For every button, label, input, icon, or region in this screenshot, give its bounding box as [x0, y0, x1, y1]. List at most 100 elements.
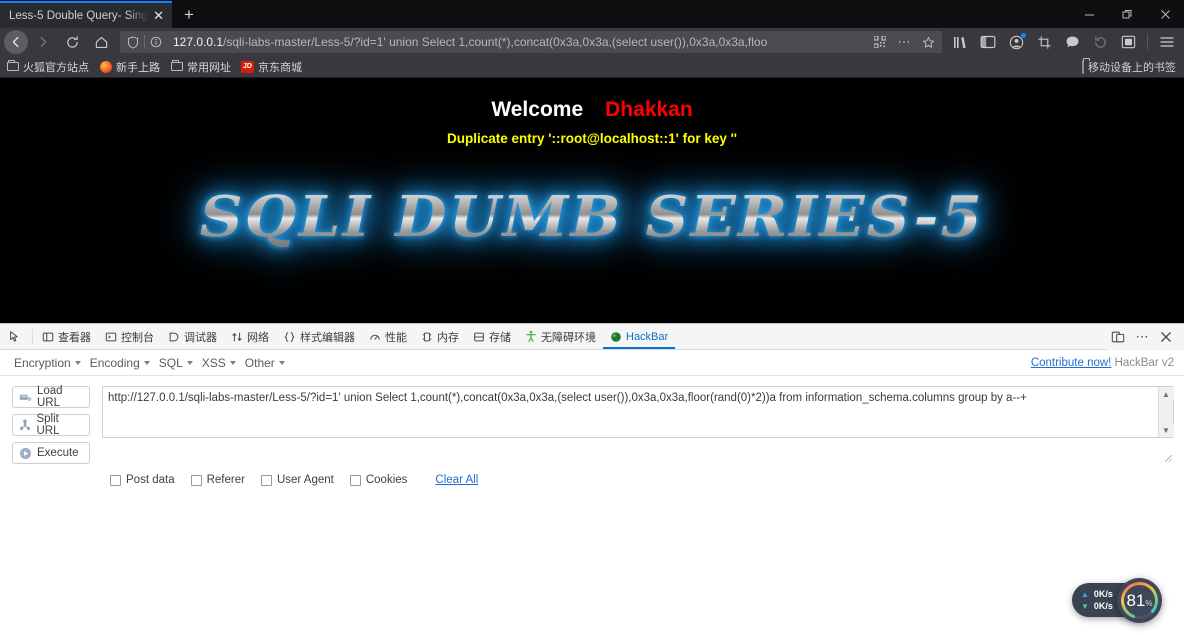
forward-button[interactable]	[29, 30, 57, 54]
pocket-icon[interactable]	[1115, 30, 1141, 54]
page-actions-icon[interactable]: ⋯	[892, 34, 916, 50]
hackbar-body: Load URL Split URL Execute http://127.0.…	[0, 376, 1184, 464]
tab-debugger[interactable]: 调试器	[161, 324, 224, 349]
tab-storage[interactable]: 存储	[466, 324, 518, 349]
clear-all-link[interactable]: Clear All	[435, 474, 478, 486]
textarea-resize-handle[interactable]	[1165, 455, 1172, 462]
tab-strip: Less-5 Double Query- Single Qu... ✕ +	[0, 0, 206, 28]
account-notification-badge	[1021, 33, 1026, 38]
site-information-icon[interactable]	[145, 36, 167, 48]
url-textarea[interactable]: http://127.0.0.1/sqli-labs-master/Less-5…	[102, 386, 1174, 438]
menu-sql[interactable]: SQL	[153, 356, 196, 370]
bookmark-label: 常用网址	[187, 61, 231, 74]
screenshot-icon[interactable]	[1031, 30, 1057, 54]
execute-button[interactable]: Execute	[12, 442, 90, 464]
username-text: Dhakkan	[605, 98, 693, 121]
cookies-checkbox[interactable]	[349, 474, 361, 486]
element-picker-icon[interactable]	[0, 324, 30, 349]
menu-encoding[interactable]: Encoding	[84, 356, 153, 370]
maximize-restore-button[interactable]	[1108, 0, 1146, 28]
tracking-protection-icon[interactable]	[122, 35, 144, 49]
scroll-down-icon[interactable]: ▼	[1158, 423, 1174, 437]
menu-label: Encoding	[89, 355, 140, 370]
page-content: Welcome Dhakkan Duplicate entry '::root@l…	[0, 78, 1184, 323]
tab-performance[interactable]: 性能	[362, 324, 414, 349]
mobile-bookmarks-item[interactable]: 移动设备上的书签	[1082, 59, 1176, 75]
storage-icon	[473, 331, 485, 343]
option-user-agent[interactable]: User Agent	[260, 474, 334, 486]
url-text[interactable]: 127.0.0.1/sqli-labs-master/Less-5/?id=1'…	[167, 35, 868, 49]
option-cookies[interactable]: Cookies	[349, 474, 407, 486]
jd-icon: JD	[241, 60, 254, 73]
bookmark-item[interactable]: 火狐官方站点	[6, 59, 89, 75]
close-devtools-icon[interactable]	[1155, 331, 1177, 343]
option-post-data[interactable]: Post data	[110, 474, 175, 486]
menu-other[interactable]: Other	[239, 356, 288, 370]
bookmark-label: 新手上路	[116, 61, 160, 74]
tab-style-editor[interactable]: 样式编辑器	[276, 324, 362, 349]
referer-checkbox[interactable]	[190, 474, 202, 486]
tab-hackbar[interactable]: HackBar	[603, 324, 675, 349]
chevron-down-icon	[143, 360, 150, 365]
sidebar-icon[interactable]	[975, 30, 1001, 54]
tab-label: 调试器	[184, 331, 217, 344]
home-button[interactable]	[87, 30, 115, 54]
bookmark-item[interactable]: JD 京东商城	[241, 59, 302, 75]
user-agent-checkbox[interactable]	[260, 474, 272, 486]
close-tab-icon[interactable]: ✕	[149, 9, 168, 22]
bookmarks-toolbar: 火狐官方站点 新手上路 常用网址 JD 京东商城 移动设备上的书签	[0, 56, 1184, 78]
network-icon	[231, 331, 243, 343]
folder-icon	[6, 60, 19, 73]
menu-label: Other	[244, 355, 275, 370]
chat-icon[interactable]	[1059, 30, 1085, 54]
debugger-icon	[168, 331, 180, 343]
url-host: 127.0.0.1	[173, 35, 224, 49]
tab-title: Less-5 Double Query- Single Qu...	[9, 9, 149, 22]
url-bar[interactable]: 127.0.0.1/sqli-labs-master/Less-5/?id=1'…	[120, 31, 942, 53]
gauge-value: 81%	[1126, 591, 1152, 611]
sqli-dumb-series-logo: SQLI DUMB SERIES-5	[199, 184, 985, 250]
memory-icon	[421, 331, 433, 343]
scroll-up-icon[interactable]: ▲	[1158, 387, 1174, 401]
devtools-menu-icon[interactable]: ⋯	[1131, 329, 1153, 345]
contribute-area: Contribute now! HackBar v2	[1031, 357, 1174, 369]
browser-tab[interactable]: Less-5 Double Query- Single Qu... ✕	[0, 1, 172, 28]
tab-network[interactable]: 网络	[224, 324, 276, 349]
load-url-button[interactable]: Load URL	[12, 385, 90, 409]
bookmark-item[interactable]: 新手上路	[99, 59, 160, 75]
bookmark-item[interactable]: 常用网址	[170, 59, 231, 75]
hamburger-menu-icon[interactable]	[1154, 30, 1180, 54]
window-titlebar: Less-5 Double Query- Single Qu... ✕ +	[0, 0, 1184, 28]
new-tab-button[interactable]: +	[172, 1, 206, 28]
minimize-button[interactable]	[1070, 0, 1108, 28]
tab-memory[interactable]: 内存	[414, 324, 466, 349]
tab-console[interactable]: 控制台	[98, 324, 161, 349]
tab-label: HackBar	[626, 330, 669, 343]
hackbar-options-row: Post data Referer User Agent Cookies Cle…	[0, 464, 1184, 486]
qr-code-icon[interactable]	[868, 36, 892, 48]
welcome-text: Welcome	[491, 98, 584, 121]
tab-inspector[interactable]: 查看器	[35, 324, 98, 349]
library-icon[interactable]	[947, 30, 973, 54]
menu-encryption[interactable]: Encryption	[8, 356, 84, 370]
textarea-scrollbar[interactable]: ▲ ▼	[1158, 387, 1174, 437]
tab-label: 存储	[489, 331, 511, 344]
cpu-usage-gauge[interactable]: 81%	[1117, 578, 1162, 623]
split-url-icon	[19, 419, 31, 432]
undo-icon[interactable]	[1087, 30, 1113, 54]
split-url-button[interactable]: Split URL	[12, 413, 90, 437]
reload-button[interactable]	[58, 30, 86, 54]
account-icon[interactable]	[1003, 30, 1029, 54]
browser-action-icons	[947, 30, 1180, 54]
menu-xss[interactable]: XSS	[196, 356, 239, 370]
bookmark-star-icon[interactable]	[916, 36, 940, 49]
tab-accessibility[interactable]: 无障碍环境	[518, 324, 603, 349]
close-window-button[interactable]	[1146, 0, 1184, 28]
post-data-checkbox[interactable]	[110, 474, 121, 486]
download-arrow-icon: ▼	[1081, 601, 1089, 611]
menu-label: XSS	[201, 355, 226, 370]
responsive-design-mode-icon[interactable]	[1107, 330, 1129, 344]
option-referer[interactable]: Referer	[190, 474, 245, 486]
back-button[interactable]	[4, 30, 28, 54]
contribute-link[interactable]: Contribute now!	[1031, 357, 1112, 369]
